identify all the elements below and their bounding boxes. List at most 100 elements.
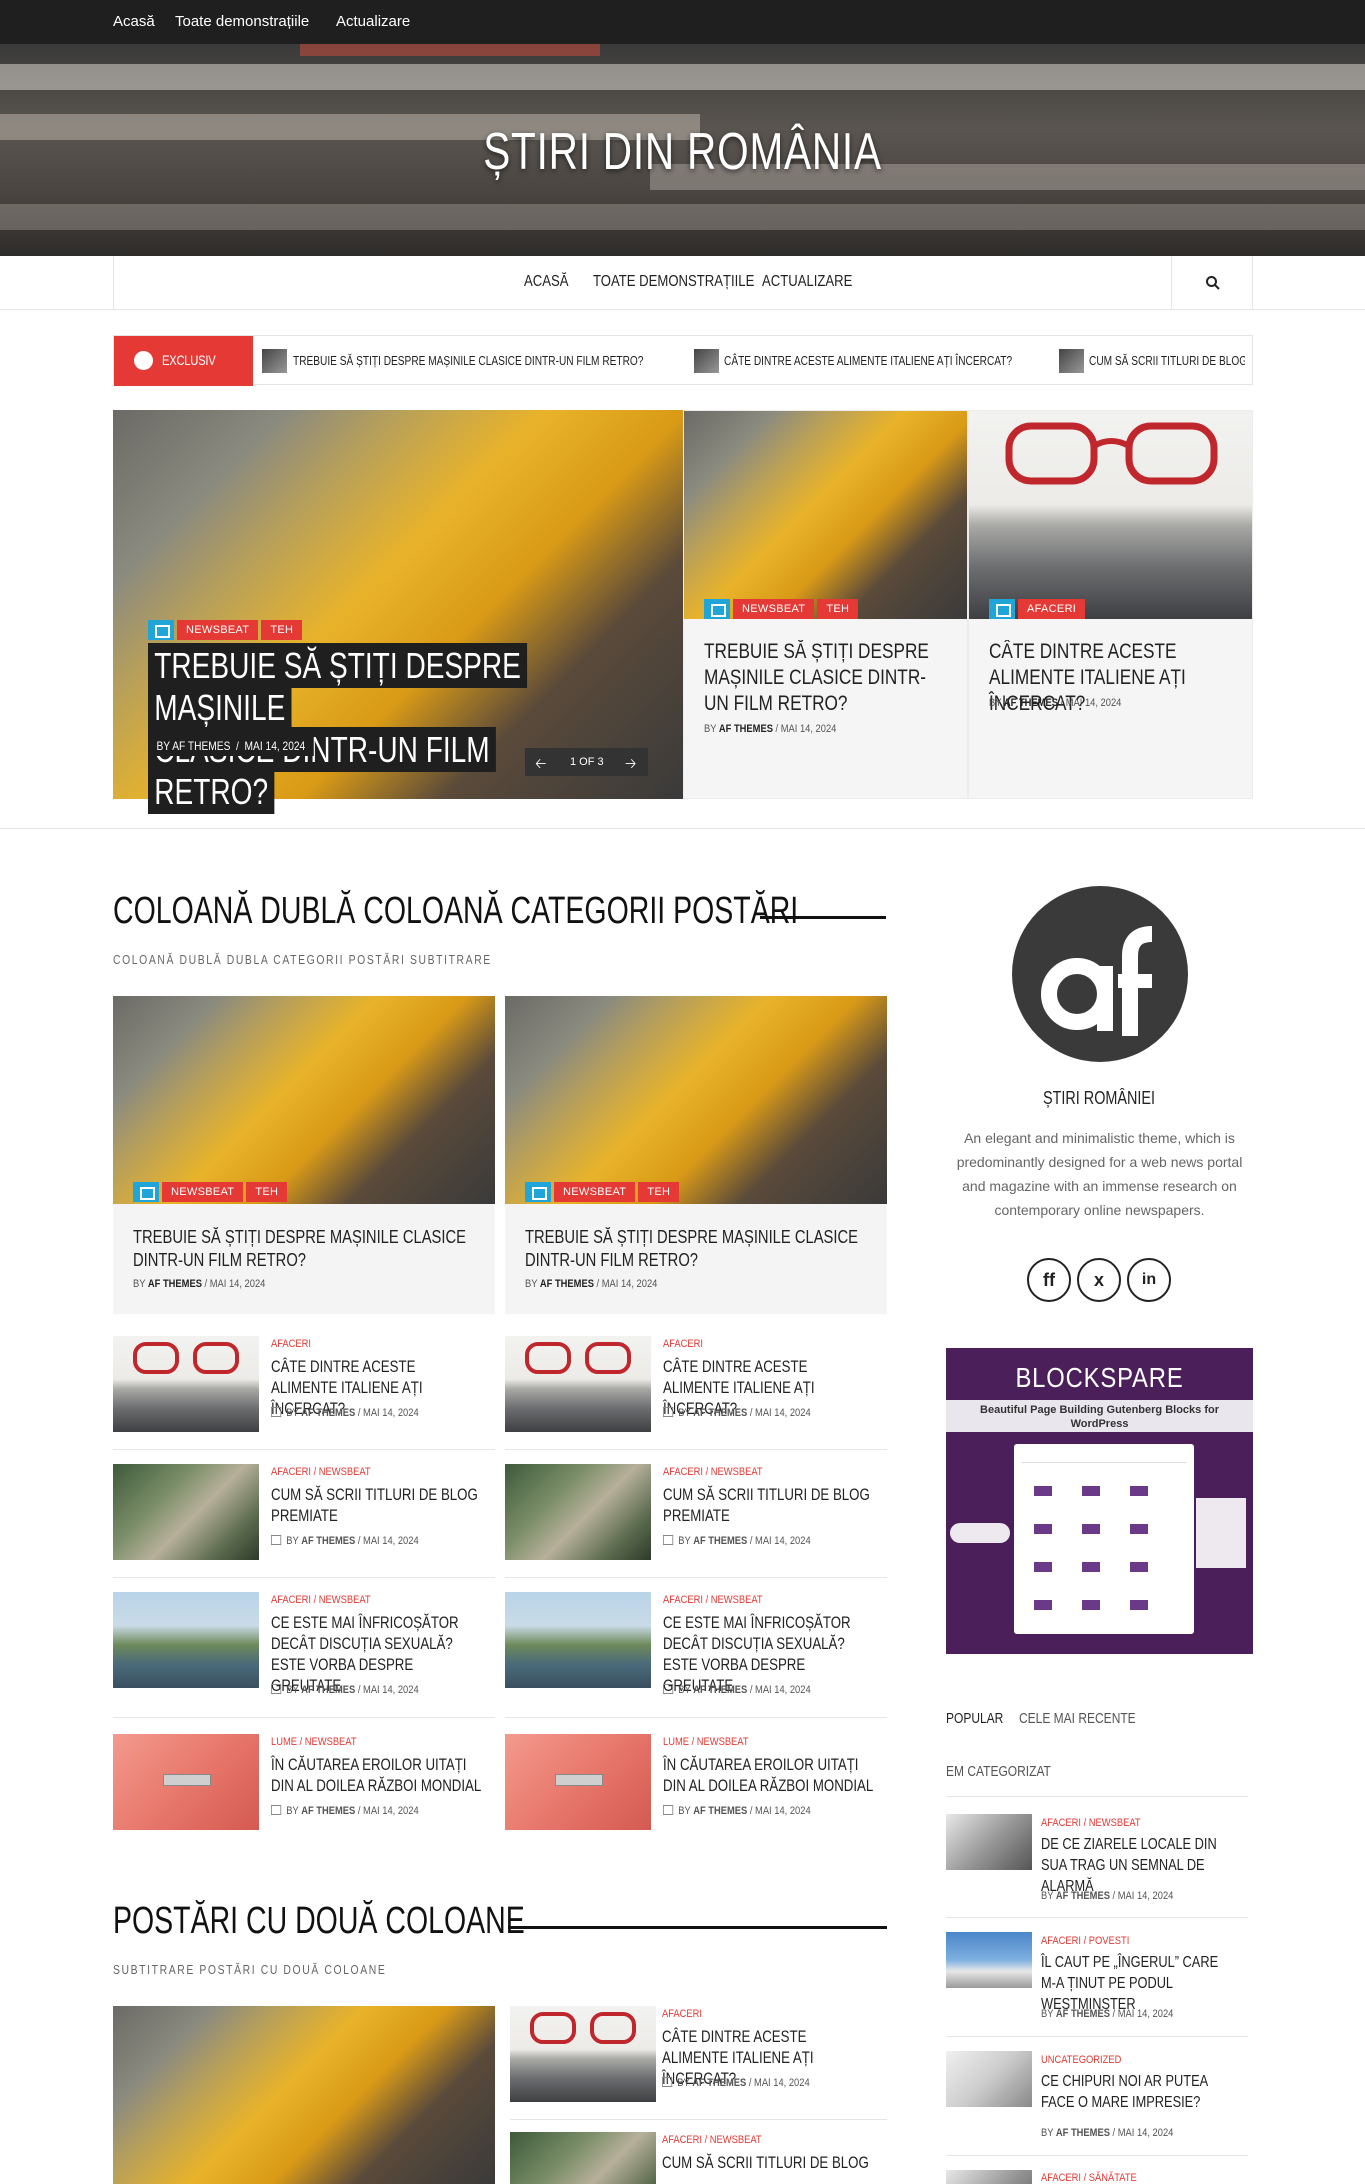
list-item[interactable]: AFACERI CÂTE DINTRE ACESTE ALIMENTE ITAL… [505,1336,887,1438]
sidebar-post-thumb[interactable] [946,2051,1032,2107]
post-card[interactable]: NEWSBEAT TEH TREBUIE SĂ ȘTIȚI DESPRE MAȘI… [505,996,887,1314]
featured-card[interactable]: AFACERI CÂTE DINTRE ACESTE ALIMENTE ITAL… [968,410,1253,799]
post-card-title-line[interactable]: DINTR-UN FILM RETRO? [525,1250,698,1270]
post-card-image[interactable] [113,996,495,1204]
post-author[interactable]: AF THEMES [1056,2127,1110,2139]
tag-teh[interactable]: TEH [261,620,303,640]
x-twitter-icon[interactable]: x [1077,1258,1121,1302]
ticker-item[interactable]: TREBUIE SĂ ȘTIȚI DESPRE MAȘINILE CLASICE… [293,353,643,368]
sidebar-post-category[interactable]: AFACERI / NEWSBEAT [1041,1817,1141,1829]
list-item[interactable]: AFACERI / NEWSBEAT CUM SĂ SCRII TITLURI … [505,1464,887,1566]
list-item-category[interactable]: AFACERI / NEWSBEAT [663,1594,763,1606]
tab-recent[interactable]: CELE MAI RECENTE [1019,1710,1136,1727]
sidebar-post-thumb[interactable] [946,1814,1032,1870]
featured-main-title-line1[interactable]: TREBUIE SĂ ȘTIȚI DESPRE MAȘINILE [148,643,528,730]
ticker-thumb[interactable] [694,349,719,373]
site-title[interactable]: ȘTIRI DIN ROMÂNIA [150,122,1215,182]
featured-card-image[interactable] [684,411,967,619]
tab-uncategorized[interactable]: EM CATEGORIZAT [946,1763,1051,1780]
post-author[interactable]: AF THEMES [148,1278,202,1290]
nav-item-update[interactable]: ACTUALIZARE [762,273,852,291]
list-item[interactable]: AFACERI / NEWSBEAT CUM SĂ SCRII TITLURI … [510,2132,892,2184]
post-author[interactable]: AF THEMES [1056,2008,1110,2020]
blockspare-ad[interactable]: BLOCKSPARE Beautiful Page Building Guten… [946,1348,1253,1654]
sidebar-post-thumb[interactable] [946,2170,1032,2184]
list-item-title[interactable]: CUM SĂ SCRII TITLURI DE BLOG PREMIATE [663,1484,874,1526]
arrow-right-icon[interactable]: 🡢 [625,753,636,777]
post-card-title-line[interactable]: TREBUIE SĂ ȘTIȚI DESPRE MAȘINILE CLASICE [525,1227,858,1247]
list-item-category[interactable]: AFACERI / NEWSBEAT [662,2134,762,2146]
list-item-thumb[interactable] [113,1734,259,1830]
list-item-category[interactable]: LUME / NEWSBEAT [663,1736,749,1748]
tag-afaceri[interactable]: AFACERI [1018,599,1086,619]
tag-teh[interactable]: TEH [817,599,859,619]
list-item[interactable]: AFACERI CÂTE DINTRE ACESTE ALIMENTE ITAL… [510,2006,892,2108]
sidebar-post[interactable]: AFACERI / SĂNĂTATE [946,2170,1253,2184]
topbar-link-home[interactable]: Acasă [113,13,155,30]
sidebar-post[interactable]: UNCATEGORIZED CE CHIPURI NOI AR PUTEA FA… [946,2051,1253,2161]
ticker-thumb[interactable] [1059,349,1084,373]
post-author[interactable]: AF THEMES [301,1535,355,1547]
post-card[interactable]: NEWSBEAT TEH TREBUIE SĂ ȘTIȚI DESPRE MAȘI… [113,996,495,1314]
sidebar-post-title[interactable]: CE CHIPURI NOI AR PUTEA FACE O MARE IMPR… [1041,2071,1233,2113]
linkedin-icon[interactable]: in [1127,1258,1171,1302]
list-item-thumb[interactable] [505,1464,651,1560]
tag-newsbeat[interactable]: NEWSBEAT [733,599,815,619]
list-item-thumb[interactable] [505,1734,651,1830]
sidebar-post-title[interactable]: DE CE ZIARELE LOCALE DIN SUA TRAG UN SEM… [1041,1834,1233,1897]
tag-newsbeat[interactable]: NEWSBEAT [162,1182,244,1202]
featured-main-title[interactable]: TREBUIE SĂ ȘTIȚI DESPRE MAȘINILE CLASICE… [148,643,554,814]
post-author[interactable]: AF THEMES [1056,1890,1110,1902]
ticker-item[interactable]: CUM SĂ SCRII TITLURI DE BLOG [1089,353,1245,368]
tag-teh[interactable]: TEH [638,1182,680,1202]
post-card-title[interactable]: TREBUIE SĂ ȘTIȚI DESPRE MAȘINILE CLASICE… [133,1226,477,1272]
post-author[interactable]: AF THEMES [301,1805,355,1817]
tab-popular[interactable]: POPULAR [946,1710,1003,1727]
ticker-thumb[interactable] [262,349,287,373]
ticker-item[interactable]: CÂTE DINTRE ACESTE ALIMENTE ITALIENE AȚI… [724,353,1012,368]
post-card-image[interactable] [505,996,887,1204]
post-card-title-line[interactable]: DINTR-UN FILM RETRO? [133,1250,306,1270]
list-item-category[interactable]: LUME / NEWSBEAT [271,1736,357,1748]
tag-newsbeat[interactable]: NEWSBEAT [554,1182,636,1202]
list-item-thumb[interactable] [505,1592,651,1688]
sidebar-post-thumb[interactable] [946,1932,1032,1988]
post-author[interactable]: AF THEMES [693,1535,747,1547]
featured-card-image[interactable] [969,411,1252,619]
list-item-category[interactable]: AFACERI [663,1338,703,1350]
tag-newsbeat[interactable]: NEWSBEAT [177,620,259,640]
sidebar-post-title[interactable]: ÎL CAUT PE „ÎNGERUL” CARE M-A ȚINUT PE P… [1041,1952,1233,2015]
post-author[interactable]: AF THEMES [693,1407,747,1419]
post-author[interactable]: AF THEMES [301,1684,355,1696]
list-item-category[interactable]: AFACERI / NEWSBEAT [271,1466,371,1478]
sidebar-post[interactable]: AFACERI / NEWSBEAT DE CE ZIARELE LOCALE … [946,1814,1253,1924]
post-card-image[interactable] [113,2006,495,2184]
list-item-title[interactable]: ÎN CĂUTAREA EROILOR UITAȚI DIN AL DOILEA… [271,1754,482,1796]
list-item-title[interactable]: CUM SĂ SCRII TITLURI DE BLOG PREMIATE [271,1484,482,1526]
topbar-link-update[interactable]: Actualizare [336,13,410,30]
list-item-thumb[interactable] [510,2006,656,2102]
list-item[interactable]: AFACERI / NEWSBEAT CUM SĂ SCRII TITLURI … [113,1464,495,1566]
list-item-category[interactable]: AFACERI [662,2008,702,2020]
post-author[interactable]: AF THEMES [692,2077,746,2089]
post-card-title-line[interactable]: TREBUIE SĂ ȘTIȚI DESPRE MAȘINILE CLASICE [133,1227,466,1247]
list-item[interactable]: AFACERI / NEWSBEAT CE ESTE MAI ÎNFRICOȘĂ… [113,1592,495,1712]
post-author[interactable]: AF THEMES [540,1278,594,1290]
list-item-category[interactable]: AFACERI [271,1338,311,1350]
list-item[interactable]: LUME / NEWSBEAT ÎN CĂUTAREA EROILOR UITA… [505,1734,887,1836]
list-item-category[interactable]: AFACERI / NEWSBEAT [271,1594,371,1606]
topbar-link-demos[interactable]: Toate demonstrațiile [175,13,309,30]
list-item[interactable]: LUME / NEWSBEAT ÎN CĂUTAREA EROILOR UITA… [113,1734,495,1836]
featured-main-slide[interactable]: NEWSBEAT TEH TREBUIE SĂ ȘTIȚI DESPRE MAȘI… [113,410,683,814]
sidebar-post-category[interactable]: AFACERI / SĂNĂTATE [1041,2172,1137,2184]
list-item-thumb[interactable] [113,1464,259,1560]
post-author[interactable]: AF THEMES [1004,697,1058,709]
post-card-title[interactable]: TREBUIE SĂ ȘTIȚI DESPRE MAȘINILE CLASICE… [525,1226,869,1272]
search-button[interactable] [1171,256,1253,310]
list-item-title[interactable]: ÎN CĂUTAREA EROILOR UITAȚI DIN AL DOILEA… [663,1754,874,1796]
featured-card[interactable]: NEWSBEAT TEH TREBUIE SĂ ȘTIȚI DESPRE MAȘI… [683,410,968,799]
list-item-thumb[interactable] [510,2132,656,2184]
list-item-thumb[interactable] [505,1336,651,1432]
post-author[interactable]: AF THEMES [301,1407,355,1419]
post-author[interactable]: BY AF THEMES [157,739,231,753]
